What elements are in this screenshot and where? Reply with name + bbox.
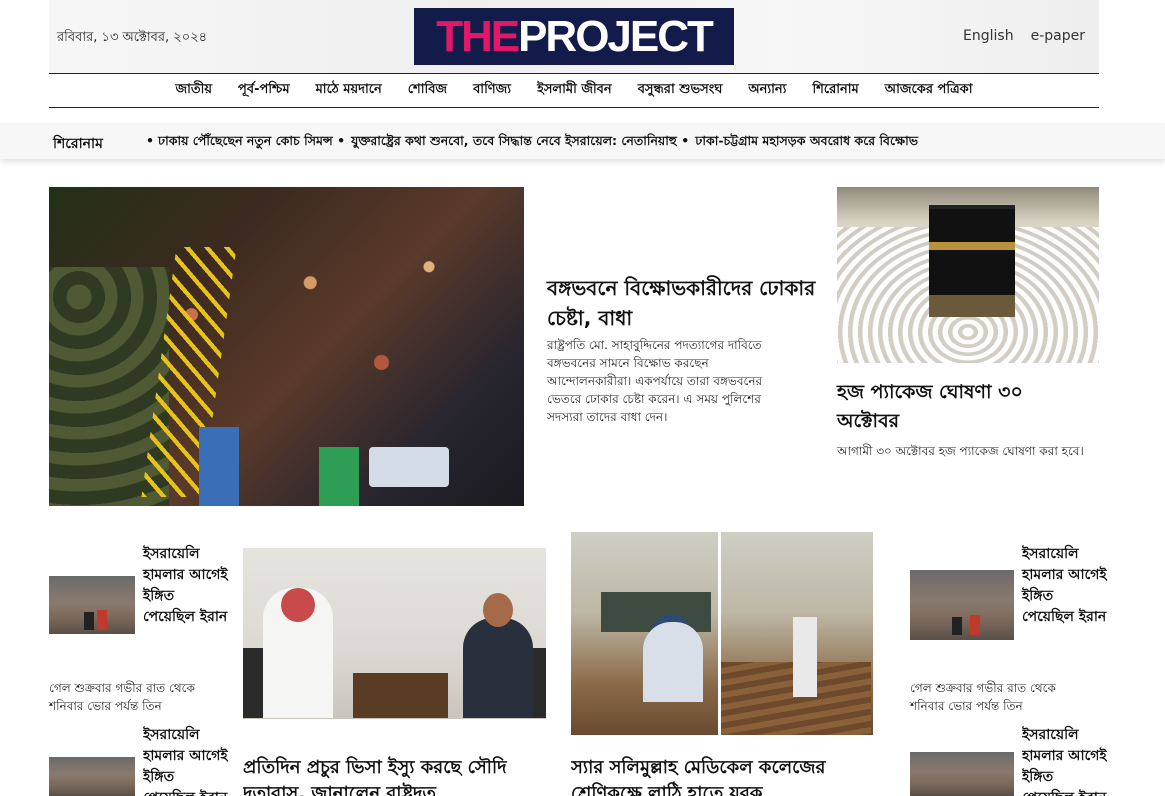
small-story-image[interactable]	[910, 570, 1014, 640]
english-link[interactable]: English	[963, 28, 1014, 44]
small-story-image[interactable]	[49, 757, 135, 796]
small-story-title[interactable]: ইসরায়েলি হামলার আগেই ইঙ্গিত পেয়েছিল ইর…	[143, 725, 228, 796]
nav-item-todays-paper[interactable]: আজকের পত্রিকা	[885, 80, 973, 101]
small-story-summary: গেল শুক্রবার গভীর রাত থেকে শনিবার ভোর পর…	[910, 681, 1056, 713]
nav-item-islamic-life[interactable]: ইসলামী জীবন	[537, 80, 612, 101]
side-story-summary: আগামী ৩০ অক্টোবর হজ প্যাকেজ ঘোষণা করা হব…	[837, 444, 1084, 458]
small-story-image[interactable]	[910, 752, 1014, 796]
site-logo[interactable]: THE PROJECT	[414, 8, 734, 65]
nav-item-business[interactable]: বাণিজ্য	[473, 80, 511, 101]
header-links: English e-paper	[963, 28, 1085, 44]
small-story-summary: গেল শুক্রবার গভীর রাত থেকে শনিবার ভোর পর…	[49, 681, 195, 713]
logo-the: THE	[436, 11, 520, 61]
ticker-label: শিরোনাম	[53, 136, 103, 152]
side-story-image[interactable]	[837, 187, 1099, 363]
headline-ticker: শিরোনাম • ঢাকায় পৌঁছেছেন নতুন কোচ সিমন্স…	[0, 123, 1165, 159]
nav-item-sports[interactable]: মাঠে ময়দানে	[316, 80, 382, 101]
mid-left-story-image[interactable]	[243, 548, 546, 719]
side-story-title[interactable]: হজ প্যাকেজ ঘোষণা ৩০ অক্টোবর	[837, 378, 1087, 436]
nav-item-others[interactable]: অন্যান্য	[748, 80, 786, 101]
nav-item-shuvosongho[interactable]: বসুন্ধরা শুভসংঘ	[638, 80, 723, 101]
small-story-image[interactable]	[49, 576, 135, 634]
nav-bottom-rule	[49, 107, 1099, 108]
lead-story-image[interactable]	[49, 187, 524, 506]
main-nav: জাতীয় পূর্ব-পশ্চিম মাঠে ময়দানে শোবিজ ব…	[49, 74, 1099, 107]
ticker-items: • ঢাকায় পৌঁছেছেন নতুন কোচ সিমন্স • যুক্ত…	[146, 133, 918, 153]
small-story-title[interactable]: ইসরায়েলি হামলার আগেই ইঙ্গিত পেয়েছিল ইর…	[1022, 725, 1107, 796]
site-header: রবিবার, ১৩ অক্টোবর, ২০২৪ THE PROJECT Engl…	[49, 0, 1099, 73]
ticker-item[interactable]: • ঢাকায় পৌঁছেছেন নতুন কোচ সিমন্স •	[146, 133, 345, 153]
small-story-title[interactable]: ইসরায়েলি হামলার আগেই ইঙ্গিত পেয়েছিল ইর…	[143, 544, 228, 628]
mid-right-story-image[interactable]	[571, 532, 873, 735]
header-date: রবিবার, ১৩ অক্টোবর, ২০২৪	[57, 30, 208, 45]
nav-item-east-west[interactable]: পূর্ব-পশ্চিম	[238, 80, 290, 101]
nav-item-showbiz[interactable]: শোবিজ	[408, 80, 447, 101]
ticker-item[interactable]: ঢাকা-চট্টগ্রাম মহাসড়ক অবরোধ করে বিক্ষোভ	[695, 133, 918, 153]
logo-project: PROJECT	[518, 11, 714, 61]
nav-item-national[interactable]: জাতীয়	[176, 80, 213, 101]
ticker-item[interactable]: যুক্তরাষ্ট্রের কথা শুনবো, তবে সিদ্ধান্ত …	[351, 133, 689, 153]
epaper-link[interactable]: e-paper	[1031, 28, 1085, 44]
lead-story-summary: রাষ্ট্রপতি মো. সাহাবুদ্দিনের পদত্যাগের দ…	[547, 338, 763, 424]
lead-story-title[interactable]: বঙ্গভবনে বিক্ষোভকারীদের ঢোকার চেষ্টা, বা…	[547, 273, 817, 333]
nav-item-headlines[interactable]: শিরোনাম	[812, 80, 858, 101]
mid-left-story-title[interactable]: প্রতিদিন প্রচুর ভিসা ইস্যু করছে সৌদি দূত…	[243, 755, 543, 796]
small-story-title[interactable]: ইসরায়েলি হামলার আগেই ইঙ্গিত পেয়েছিল ইর…	[1022, 544, 1107, 628]
mid-right-story-title[interactable]: স্যার সলিমুল্লাহ মেডিকেল কলেজের শ্রেণিকক…	[571, 755, 876, 796]
